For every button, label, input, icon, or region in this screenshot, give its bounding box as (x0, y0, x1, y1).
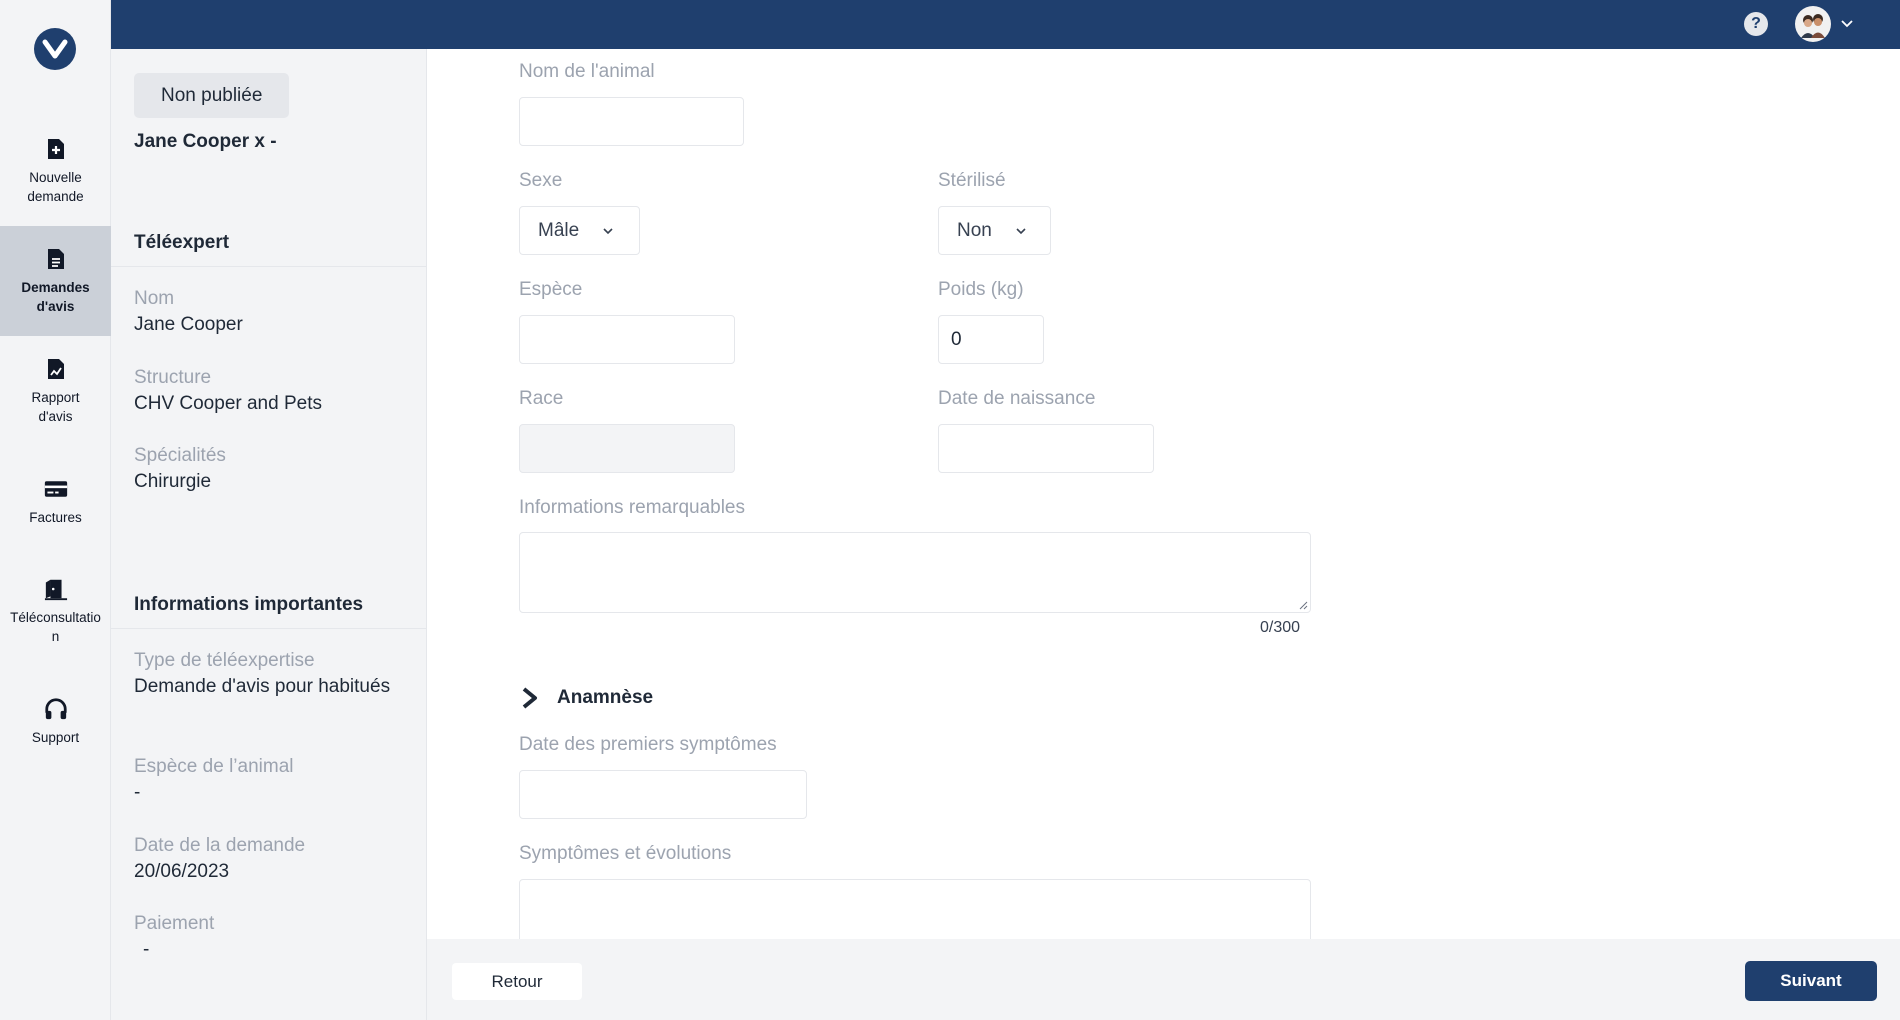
type-value: Demande d'avis pour habitués (134, 676, 391, 697)
sterilise-select[interactable]: Non (938, 206, 1051, 255)
nav-item-rapport-avis[interactable]: Rapport d'avis (0, 336, 111, 446)
footer-bar: Retour Suivant (427, 939, 1900, 1020)
anamnese-toggle[interactable]: Anamnèse (519, 686, 653, 710)
request-info-panel: Non publiée Jane Cooper x - Téléexpert N… (111, 49, 427, 1020)
credit-card-icon (44, 476, 68, 502)
specialites-value: Chirurgie (134, 471, 212, 492)
file-chart-icon (44, 356, 68, 382)
espece-input[interactable] (519, 315, 735, 364)
premiers-symptomes-input[interactable] (519, 770, 807, 819)
specialites-label: Spécialités (134, 445, 226, 466)
paiement-value: - (143, 939, 150, 960)
espece-animal-label: Espèce de l’animal (134, 756, 294, 777)
nav-item-label: Nouvelle demande (27, 170, 84, 204)
sexe-select[interactable]: Mâle (519, 206, 640, 255)
char-counter: 0/300 (1260, 619, 1301, 636)
nav-item-label: Téléconsultation (10, 610, 101, 644)
nom-label: Nom (134, 288, 175, 309)
chevron-down-icon (603, 227, 613, 234)
left-nav: Nouvelle demande Demandes d'avis Rapport… (0, 0, 111, 1020)
chevron-down-icon (1016, 227, 1026, 234)
type-label: Type de téléexpertise (134, 650, 315, 671)
section-divider (111, 266, 427, 267)
espece-label: Espèce (519, 279, 583, 300)
nav-item-label: Demandes d'avis (21, 280, 90, 314)
poids-input[interactable] (938, 315, 1044, 364)
headphones-icon (44, 696, 68, 722)
nav-item-nouvelle-demande[interactable]: Nouvelle demande (0, 116, 111, 226)
espece-animal-value: - (134, 782, 141, 803)
sterilise-label: Stérilisé (938, 170, 1006, 191)
nav-item-teleconsultation[interactable]: Téléconsultation (0, 556, 111, 666)
door-open-icon (44, 576, 68, 602)
nav-item-label: Factures (29, 509, 82, 525)
anamnese-title: Anamnèse (557, 687, 654, 708)
file-plus-icon (44, 136, 68, 162)
chevron-down-icon[interactable] (1838, 14, 1856, 32)
infos-remarquables-label: Informations remarquables (519, 497, 745, 518)
nom-animal-label: Nom de l'animal (519, 61, 655, 82)
nav-item-factures[interactable]: Factures (0, 446, 111, 556)
symptomes-label: Symptômes et évolutions (519, 843, 732, 864)
chevron-right-icon (522, 687, 537, 709)
nav-item-label: Support (31, 729, 80, 745)
premiers-symptomes-label: Date des premiers symptômes (519, 734, 777, 755)
nom-animal-input[interactable] (519, 97, 744, 146)
nav-item-demandes-avis[interactable]: Demandes d'avis (0, 226, 111, 336)
race-label: Race (519, 388, 564, 409)
top-bar: ? (111, 0, 1900, 49)
section-divider (111, 628, 427, 629)
nav-item-support[interactable]: Support (0, 666, 111, 776)
sterilise-selected-value: Non (957, 219, 992, 241)
status-badge: Non publiée (134, 73, 290, 118)
date-naissance-input[interactable] (938, 424, 1154, 473)
sexe-selected-value: Mâle (538, 219, 580, 241)
race-input[interactable] (519, 424, 735, 473)
resize-handle-icon[interactable] (1298, 600, 1308, 610)
teleexpert-section-title: Téléexpert (134, 232, 230, 253)
nom-value: Jane Cooper (134, 314, 243, 335)
back-button[interactable]: Retour (452, 963, 582, 1000)
infos-remarquables-textarea[interactable] (519, 532, 1311, 613)
date-demande-value: 20/06/2023 (134, 861, 230, 882)
poids-label: Poids (kg) (938, 279, 1024, 300)
patient-title: Jane Cooper x - (134, 131, 277, 152)
sexe-label: Sexe (519, 170, 563, 191)
animal-form: Nom de l'animal Sexe Mâle Stérilisé Non … (427, 49, 1900, 939)
help-icon[interactable]: ? (1744, 12, 1768, 36)
user-avatar[interactable] (1795, 6, 1831, 42)
file-text-icon (44, 246, 68, 272)
logo-icon[interactable] (34, 28, 76, 70)
naissance-label: Date de naissance (938, 388, 1096, 409)
symptomes-textarea[interactable] (519, 879, 1311, 939)
structure-value: CHV Cooper and Pets (134, 393, 322, 414)
date-demande-label: Date de la demande (134, 835, 306, 856)
important-section-title: Informations importantes (134, 594, 364, 615)
nav-item-label: Rapport d'avis (31, 390, 80, 424)
structure-label: Structure (134, 367, 212, 388)
paiement-label: Paiement (134, 913, 215, 934)
next-button[interactable]: Suivant (1745, 961, 1877, 1001)
